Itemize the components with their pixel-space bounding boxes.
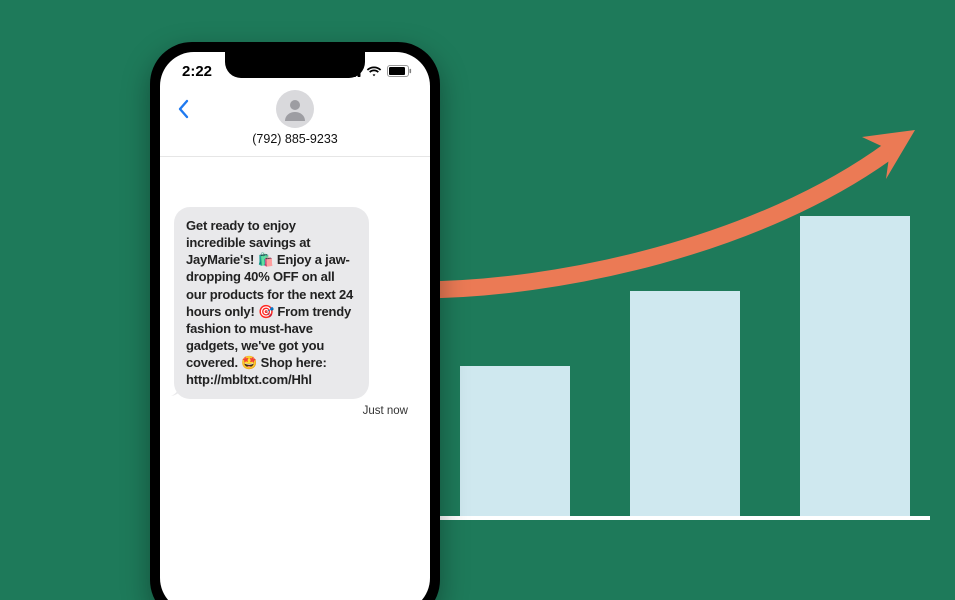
chart-bar-2 bbox=[630, 291, 740, 516]
message-text: Get ready to enjoy incredible savings at… bbox=[186, 218, 353, 387]
illustration-canvas: 2:22 bbox=[0, 0, 955, 600]
message-header: (792) 885-9233 bbox=[160, 90, 430, 157]
growth-bar-chart bbox=[440, 180, 920, 520]
bubble-tail-icon bbox=[170, 382, 184, 396]
message-thread: Get ready to enjoy incredible savings at… bbox=[160, 157, 430, 417]
back-button[interactable] bbox=[170, 96, 196, 122]
phone-notch bbox=[225, 52, 365, 78]
person-icon bbox=[282, 96, 308, 122]
chart-bar-1 bbox=[460, 366, 570, 516]
wifi-icon bbox=[366, 66, 382, 77]
received-message-bubble[interactable]: Get ready to enjoy incredible savings at… bbox=[174, 207, 369, 399]
chart-x-axis bbox=[440, 516, 930, 520]
chevron-left-icon bbox=[177, 99, 189, 119]
message-timestamp: Just now bbox=[174, 399, 416, 417]
status-time: 2:22 bbox=[182, 63, 212, 80]
contact-avatar[interactable] bbox=[276, 90, 314, 128]
chart-bars bbox=[440, 180, 920, 516]
battery-icon bbox=[387, 65, 412, 77]
phone-frame: 2:22 bbox=[150, 42, 440, 600]
phone-screen: 2:22 bbox=[160, 52, 430, 600]
chart-bar-3 bbox=[800, 216, 910, 516]
contact-phone-number[interactable]: (792) 885-9233 bbox=[252, 132, 337, 146]
